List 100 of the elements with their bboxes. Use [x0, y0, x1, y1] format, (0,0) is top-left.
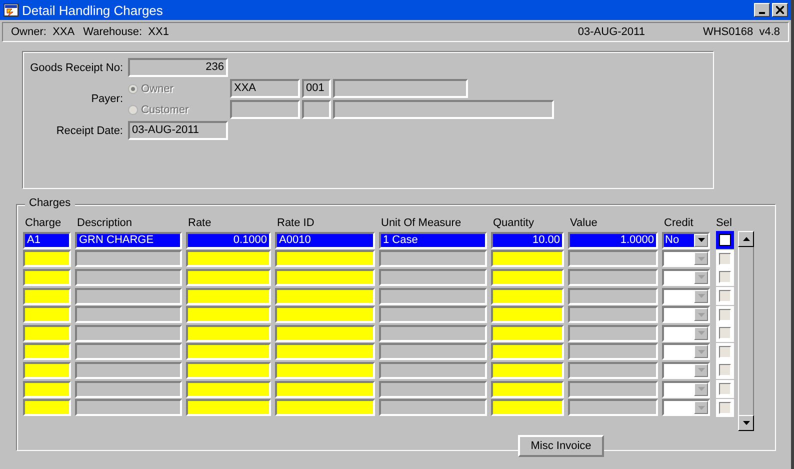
- table-cell[interactable]: [491, 362, 564, 379]
- credit-dropdown[interactable]: [662, 288, 710, 305]
- select-checkbox[interactable]: [719, 327, 731, 340]
- table-cell[interactable]: [379, 362, 487, 379]
- table-cell[interactable]: [275, 362, 375, 379]
- table-cell[interactable]: 0.1000: [186, 232, 271, 249]
- select-checkbox[interactable]: [719, 252, 731, 265]
- table-cell[interactable]: [491, 380, 564, 398]
- credit-dropdown[interactable]: [662, 399, 710, 416]
- table-cell[interactable]: [75, 250, 182, 268]
- select-checkbox[interactable]: [719, 271, 731, 284]
- table-cell[interactable]: [23, 380, 71, 398]
- table-cell[interactable]: [568, 362, 658, 379]
- credit-dropdown[interactable]: [662, 250, 710, 268]
- table-cell[interactable]: [275, 250, 375, 268]
- select-checkbox[interactable]: [719, 383, 731, 396]
- table-cell[interactable]: [275, 380, 375, 398]
- select-checkbox[interactable]: [719, 364, 731, 376]
- table-cell[interactable]: [75, 306, 182, 324]
- table-cell[interactable]: [275, 306, 375, 324]
- credit-dropdown[interactable]: No: [662, 232, 710, 249]
- table-cell[interactable]: [568, 250, 658, 268]
- table-cell[interactable]: [186, 399, 271, 416]
- minimize-button[interactable]: [754, 3, 770, 17]
- table-cell[interactable]: [23, 288, 71, 305]
- table-cell[interactable]: [568, 399, 658, 416]
- table-cell[interactable]: [186, 250, 271, 268]
- table-cell[interactable]: [379, 288, 487, 305]
- table-cell[interactable]: [491, 306, 564, 324]
- table-cell[interactable]: [75, 362, 182, 379]
- select-checkbox[interactable]: [719, 234, 731, 246]
- table-cell[interactable]: [568, 380, 658, 398]
- table-cell[interactable]: [379, 380, 487, 398]
- receipt-date-field[interactable]: 03-AUG-2011: [128, 121, 228, 140]
- table-cell[interactable]: [23, 324, 71, 342]
- credit-dropdown[interactable]: [662, 380, 710, 398]
- table-cell[interactable]: [275, 399, 375, 416]
- payer-name-field[interactable]: [333, 79, 468, 98]
- table-cell[interactable]: [186, 324, 271, 342]
- table-cell[interactable]: 10.00: [491, 232, 564, 249]
- credit-dropdown[interactable]: [662, 362, 710, 379]
- table-cell[interactable]: [491, 288, 564, 305]
- table-cell[interactable]: [186, 268, 271, 286]
- table-cell[interactable]: [23, 362, 71, 379]
- table-cell[interactable]: A0010: [275, 232, 375, 249]
- table-cell[interactable]: GRN CHARGE: [75, 232, 182, 249]
- select-checkbox[interactable]: [719, 402, 731, 414]
- table-cell[interactable]: [75, 399, 182, 416]
- table-cell[interactable]: [75, 380, 182, 398]
- select-checkbox[interactable]: [719, 346, 731, 358]
- table-cell[interactable]: [275, 268, 375, 286]
- table-cell[interactable]: [186, 380, 271, 398]
- credit-dropdown[interactable]: [662, 268, 710, 286]
- select-checkbox[interactable]: [719, 290, 731, 302]
- table-cell[interactable]: [275, 343, 375, 360]
- table-cell[interactable]: [379, 324, 487, 342]
- credit-dropdown[interactable]: [662, 343, 710, 360]
- goods-receipt-field[interactable]: 236: [128, 58, 228, 77]
- table-cell[interactable]: [379, 343, 487, 360]
- table-cell[interactable]: [491, 343, 564, 360]
- table-cell[interactable]: 1 Case: [379, 232, 487, 249]
- table-cell[interactable]: [75, 288, 182, 305]
- payer-code-field[interactable]: [230, 100, 300, 119]
- table-cell[interactable]: [186, 343, 271, 360]
- vertical-scrollbar[interactable]: [738, 231, 754, 431]
- table-cell[interactable]: [23, 268, 71, 286]
- table-cell[interactable]: [568, 343, 658, 360]
- table-cell[interactable]: [379, 306, 487, 324]
- table-cell[interactable]: [568, 324, 658, 342]
- payer-name-field[interactable]: [333, 100, 554, 119]
- table-cell[interactable]: [75, 343, 182, 360]
- credit-dropdown[interactable]: [662, 324, 710, 342]
- table-cell[interactable]: [379, 268, 487, 286]
- table-cell[interactable]: [491, 250, 564, 268]
- table-cell[interactable]: A1: [23, 232, 71, 249]
- table-cell[interactable]: [23, 399, 71, 416]
- table-cell[interactable]: [568, 306, 658, 324]
- scroll-up-button[interactable]: [738, 231, 754, 247]
- table-cell[interactable]: [275, 288, 375, 305]
- table-cell[interactable]: 1.0000: [568, 232, 658, 249]
- table-cell[interactable]: [275, 324, 375, 342]
- scroll-down-button[interactable]: [738, 415, 754, 431]
- misc-invoice-button[interactable]: Misc Invoice: [518, 435, 604, 457]
- table-cell[interactable]: [186, 362, 271, 379]
- table-cell[interactable]: [186, 288, 271, 305]
- table-cell[interactable]: [568, 268, 658, 286]
- credit-dropdown[interactable]: [662, 306, 710, 324]
- table-cell[interactable]: [568, 288, 658, 305]
- table-cell[interactable]: [23, 306, 71, 324]
- close-button[interactable]: [772, 3, 788, 17]
- table-cell[interactable]: [491, 324, 564, 342]
- table-cell[interactable]: [379, 399, 487, 416]
- select-checkbox[interactable]: [719, 308, 731, 321]
- table-cell[interactable]: [23, 250, 71, 268]
- table-cell[interactable]: [23, 343, 71, 360]
- table-cell[interactable]: [491, 268, 564, 286]
- payer-sub-field[interactable]: [302, 100, 331, 119]
- table-cell[interactable]: [75, 324, 182, 342]
- table-cell[interactable]: [186, 306, 271, 324]
- table-cell[interactable]: [379, 250, 487, 268]
